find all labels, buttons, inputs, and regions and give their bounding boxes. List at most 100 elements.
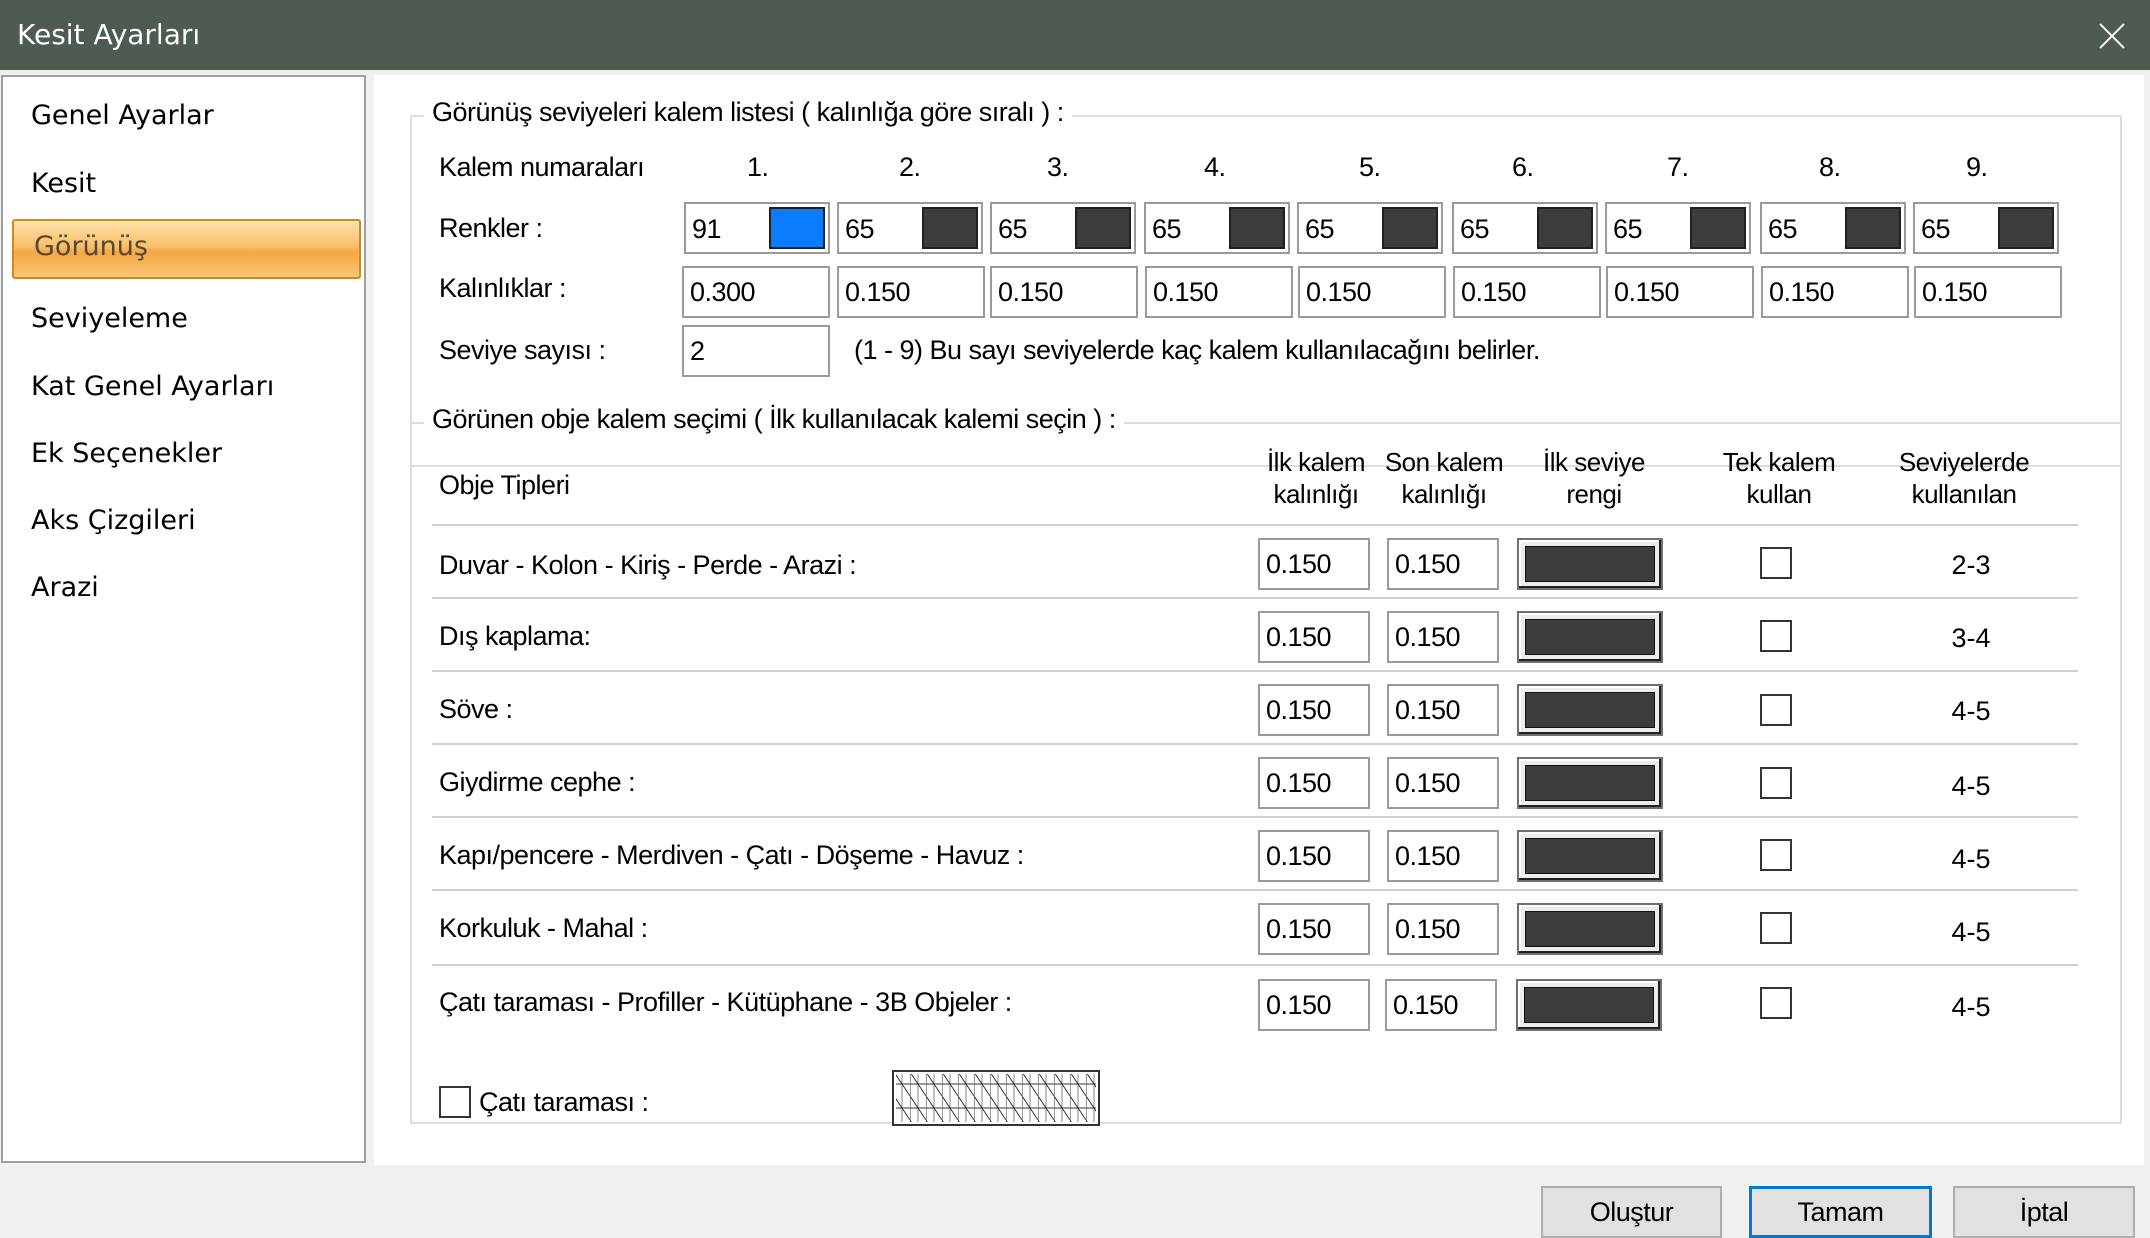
first-level-color-button[interactable] xyxy=(1517,903,1663,955)
color-swatch xyxy=(1525,692,1655,728)
pen-number-6: 6. xyxy=(1512,152,1534,182)
pen-color-value: 65 xyxy=(1152,214,1182,244)
single-pen-checkbox[interactable] xyxy=(1760,694,1792,726)
first-level-color-header-line2: rengi xyxy=(1566,479,1622,509)
single-pen-header-line2: kullan xyxy=(1746,479,1812,509)
pen-color-value: 65 xyxy=(1921,214,1951,244)
first-level-color-button[interactable] xyxy=(1517,611,1663,663)
single-pen-header: Tek kalem kullan xyxy=(1704,446,1854,510)
last-thickness-field[interactable]: 0.150 xyxy=(1387,538,1499,590)
pen-color-field-9[interactable]: 65 xyxy=(1913,202,2059,254)
last-thickness-field[interactable]: 0.150 xyxy=(1387,757,1499,809)
color-swatch xyxy=(1525,838,1655,874)
single-pen-checkbox[interactable] xyxy=(1760,767,1792,799)
window-title: Kesit Ayarları xyxy=(17,18,201,51)
single-pen-checkbox[interactable] xyxy=(1760,839,1792,871)
first-level-color-button[interactable] xyxy=(1517,538,1663,590)
first-level-color-button[interactable] xyxy=(1517,757,1663,809)
pen-number-7: 7. xyxy=(1667,152,1689,182)
pen-number-8: 8. xyxy=(1819,152,1841,182)
first-level-color-button[interactable] xyxy=(1516,979,1662,1031)
color-swatch xyxy=(1525,765,1655,801)
first-thickness-field[interactable]: 0.150 xyxy=(1258,830,1370,882)
last-thickness-header-line2: kalınlığı xyxy=(1401,479,1487,509)
sidebar-item-seviyeleme[interactable]: Seviyeleme xyxy=(31,299,188,339)
pen-color-field-6[interactable]: 65 xyxy=(1452,202,1598,254)
sidebar-item-ek-secenekler[interactable]: Ek Seçenekler xyxy=(31,434,222,474)
close-icon[interactable] xyxy=(2092,16,2132,56)
pen-thickness-field-5[interactable]: 0.150 xyxy=(1298,266,1446,318)
last-thickness-field[interactable]: 0.150 xyxy=(1387,684,1499,736)
pen-thickness-field-9[interactable]: 0.150 xyxy=(1914,266,2062,318)
sidebar-item-gorunus[interactable]: Görünüş xyxy=(12,219,361,279)
object-row-label: Korkuluk - Mahal : xyxy=(439,913,648,943)
first-thickness-header-line1: İlk kalem xyxy=(1266,447,1366,477)
pen-color-swatch xyxy=(1845,207,1901,249)
pen-number-2: 2. xyxy=(899,152,921,182)
pen-thickness-field-3[interactable]: 0.150 xyxy=(990,266,1138,318)
content-panel: Görünüş seviyeleri kalem listesi ( kalın… xyxy=(374,75,2144,1165)
pen-color-field-5[interactable]: 65 xyxy=(1297,202,1443,254)
cancel-button[interactable]: İptal xyxy=(1953,1186,2135,1238)
level-count-field[interactable]: 2 xyxy=(682,325,830,377)
first-level-color-button[interactable] xyxy=(1517,684,1663,736)
sidebar-item-kesit[interactable]: Kesit xyxy=(31,164,96,204)
object-pen-legend: Görünen obje kalem seçimi ( İlk kullanıl… xyxy=(424,404,1124,435)
pen-thickness-field-1[interactable]: 0.300 xyxy=(682,266,830,318)
first-thickness-field[interactable]: 0.150 xyxy=(1258,757,1370,809)
create-button[interactable]: Oluştur xyxy=(1541,1186,1722,1238)
pen-numbers-label: Kalem numaraları xyxy=(439,152,645,182)
last-thickness-field[interactable]: 0.150 xyxy=(1387,611,1499,663)
pen-number-1: 1. xyxy=(747,152,769,182)
sidebar-item-aks-cizgileri[interactable]: Aks Çizgileri xyxy=(31,501,196,541)
roof-hatch-pattern-preview[interactable] xyxy=(892,1070,1100,1126)
color-swatch xyxy=(1525,546,1655,582)
pen-thickness-field-6[interactable]: 0.150 xyxy=(1453,266,1601,318)
first-level-color-button[interactable] xyxy=(1517,830,1663,882)
first-thickness-field[interactable]: 0.150 xyxy=(1258,538,1370,590)
single-pen-checkbox[interactable] xyxy=(1760,547,1792,579)
pen-color-swatch xyxy=(1229,207,1285,249)
header-divider xyxy=(432,524,2078,526)
object-row-label: Söve : xyxy=(439,694,513,724)
pen-color-field-2[interactable]: 65 xyxy=(837,202,983,254)
levels-used-value: 3-4 xyxy=(1951,623,1991,653)
levels-used-value: 2-3 xyxy=(1951,550,1991,580)
first-thickness-field[interactable]: 0.150 xyxy=(1258,684,1370,736)
pen-thickness-field-7[interactable]: 0.150 xyxy=(1606,266,1754,318)
single-pen-header-line1: Tek kalem xyxy=(1722,447,1836,477)
pen-color-field-3[interactable]: 65 xyxy=(990,202,1136,254)
last-thickness-field[interactable]: 0.150 xyxy=(1387,903,1499,955)
pen-color-field-7[interactable]: 65 xyxy=(1605,202,1751,254)
pen-color-field-8[interactable]: 65 xyxy=(1760,202,1906,254)
pen-thickness-field-2[interactable]: 0.150 xyxy=(837,266,985,318)
row-divider xyxy=(432,816,2078,818)
pen-color-value: 65 xyxy=(998,214,1028,244)
ok-button[interactable]: Tamam xyxy=(1749,1186,1932,1238)
pen-color-value: 65 xyxy=(1305,214,1335,244)
object-row-label: Çatı taraması - Profiller - Kütüphane - … xyxy=(439,987,1012,1017)
pen-color-field-1[interactable]: 91 xyxy=(684,202,830,254)
first-thickness-field[interactable]: 0.150 xyxy=(1258,611,1370,663)
pen-color-value: 65 xyxy=(1613,214,1643,244)
last-thickness-field[interactable]: 0.150 xyxy=(1385,979,1497,1031)
first-thickness-field[interactable]: 0.150 xyxy=(1258,903,1370,955)
color-swatch xyxy=(1524,987,1654,1023)
single-pen-checkbox[interactable] xyxy=(1760,620,1792,652)
row-divider xyxy=(432,743,2078,745)
sidebar-item-genel-ayarlar[interactable]: Genel Ayarlar xyxy=(31,96,214,136)
thickness-label: Kalınlıklar : xyxy=(439,273,567,303)
roof-hatch-checkbox[interactable] xyxy=(439,1086,471,1118)
last-thickness-field[interactable]: 0.150 xyxy=(1387,830,1499,882)
pen-thickness-field-4[interactable]: 0.150 xyxy=(1145,266,1293,318)
sidebar-item-kat-genel-ayarlari[interactable]: Kat Genel Ayarları xyxy=(31,367,274,407)
sidebar-item-arazi[interactable]: Arazi xyxy=(31,568,99,608)
sidebar: Genel Ayarlar Kesit Görünüş Seviyeleme K… xyxy=(1,75,366,1163)
first-thickness-field[interactable]: 0.150 xyxy=(1258,979,1370,1031)
levels-used-header: Seviyelerde kullanılan xyxy=(1879,446,2049,510)
single-pen-checkbox[interactable] xyxy=(1760,912,1792,944)
row-divider xyxy=(432,889,2078,891)
pen-color-field-4[interactable]: 65 xyxy=(1144,202,1290,254)
single-pen-checkbox[interactable] xyxy=(1760,987,1792,1019)
pen-thickness-field-8[interactable]: 0.150 xyxy=(1761,266,1909,318)
